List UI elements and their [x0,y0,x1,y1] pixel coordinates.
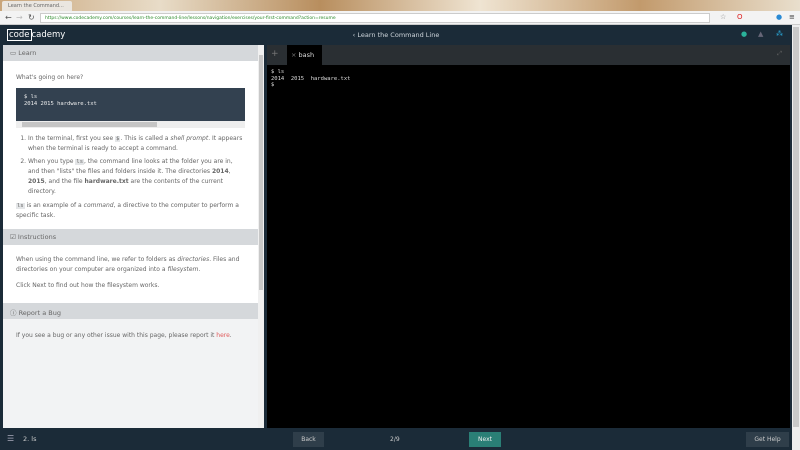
close-icon[interactable]: × [291,51,299,59]
list-item: When you type ls, the command line looks… [28,157,245,197]
get-help-button[interactable]: Get Help [746,432,789,447]
book-icon: ▭ [10,49,19,57]
learn-paragraph: ls is an example of a command, a directi… [16,202,239,219]
instructions-heading: Instructions [17,233,57,241]
terminal-output: $ ls 2014 2015 hardware.txt $ [271,69,351,88]
notification-icon[interactable]: ▲ [758,30,763,38]
star-icon[interactable]: ☆ [720,13,726,21]
network-icon[interactable]: ⁂ [776,30,783,38]
footer-bar: ☰ 2. ls Back 2/9 Next Get Help [0,428,792,450]
next-button[interactable]: Next [469,432,501,447]
learn-section-header[interactable]: ▭ Learn [3,45,258,61]
terminal-tabs: + × bash ⤢ [267,45,790,65]
lesson-scrollbar[interactable] [258,45,264,428]
menu-icon[interactable]: ☰ [7,434,14,443]
app-header: code cademy ‹ Learn the Command Line ● ▲ … [0,25,792,45]
back-icon[interactable]: ← [5,13,12,22]
opera-icon[interactable]: O [737,13,743,21]
learn-intro: What's going on here? [16,74,84,81]
terminal-panel[interactable]: + × bash ⤢ $ ls 2014 2015 hardware.txt $ [267,45,790,428]
info-icon: ⓘ [10,309,19,317]
report-link[interactable]: here [216,332,230,339]
bug-heading: Report a Bug [18,309,61,317]
code-block: $ ls 2014 2015 hardware.txt [16,88,245,121]
add-tab-icon[interactable]: + [271,49,279,59]
forward-icon[interactable]: → [16,13,23,22]
reload-icon[interactable]: ↻ [28,13,35,22]
tab-bash[interactable]: × bash [287,45,322,65]
status-dot-icon: ● [741,30,748,38]
instructions-text: When using the command line, we refer to… [16,256,240,273]
page-scrollbar[interactable] [792,25,800,450]
checkbox-icon: ☑ [10,233,18,241]
menu-icon[interactable]: ≡ [789,13,795,21]
learn-heading: Learn [18,49,37,57]
url-input[interactable]: https://www.codecademy.com/courses/learn… [40,13,710,23]
code-line: 2014 2015 hardware.txt [24,101,97,107]
course-title[interactable]: ‹ Learn the Command Line [0,31,792,39]
expand-icon[interactable]: ⤢ [777,50,782,58]
progress-label: 2/9 [390,436,400,443]
download-icon[interactable]: ● [776,13,782,21]
lesson-panel: ▭ Learn What's going on here? $ ls 2014 2… [3,45,258,428]
bug-section-header[interactable]: ⓘ Report a Bug [3,303,258,319]
lesson-label: 2. ls [23,435,37,443]
instructions-section-header[interactable]: ☑ Instructions [3,229,258,245]
code-line: $ ls [24,94,38,100]
browser-tab-strip: Learn the Command... [0,0,800,11]
code-scrollbar[interactable] [16,121,245,128]
browser-tab[interactable]: Learn the Command... [2,1,72,11]
address-bar-area: ← → ↻ https://www.codecademy.com/courses… [0,11,800,25]
back-button[interactable]: Back [293,432,324,447]
list-item: In the terminal, first you see $. This i… [28,134,245,154]
instructions-text: Click Next to find out how the filesyste… [16,282,160,289]
bug-text: If you see a bug or any other issue with… [16,332,232,339]
